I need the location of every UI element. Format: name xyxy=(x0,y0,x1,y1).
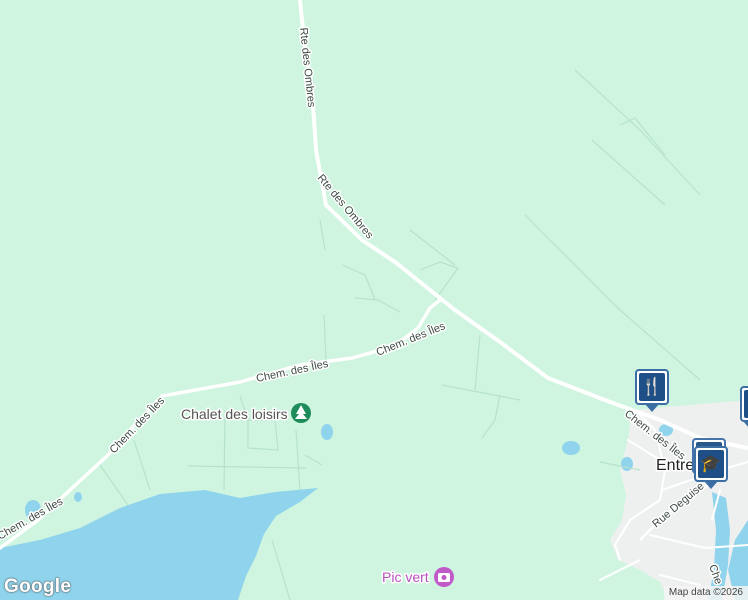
school-icon: 🎓 xyxy=(698,450,724,478)
pond xyxy=(562,441,580,455)
school-marker[interactable]: 🎓 xyxy=(694,446,728,489)
pond xyxy=(321,424,333,440)
marker-icon xyxy=(744,390,748,418)
pond xyxy=(621,457,633,471)
map-canvas[interactable]: Rte des Ombres Rte des Ombres Chem. des … xyxy=(0,0,748,600)
google-logo: Google xyxy=(4,576,72,597)
pond xyxy=(74,492,82,502)
pic-vert-poi[interactable]: Pic vert xyxy=(381,567,454,587)
map-attribution[interactable]: Map data ©2026 xyxy=(663,586,748,600)
town-label: Entre xyxy=(656,457,694,474)
pond xyxy=(223,574,233,586)
restaurant-marker[interactable]: 🍴 xyxy=(635,369,669,412)
edge-marker[interactable] xyxy=(740,386,748,429)
restaurant-icon: 🍴 xyxy=(639,373,665,401)
pic-vert-label: Pic vert xyxy=(382,569,429,585)
chalet-label: Chalet des loisirs xyxy=(181,406,288,422)
